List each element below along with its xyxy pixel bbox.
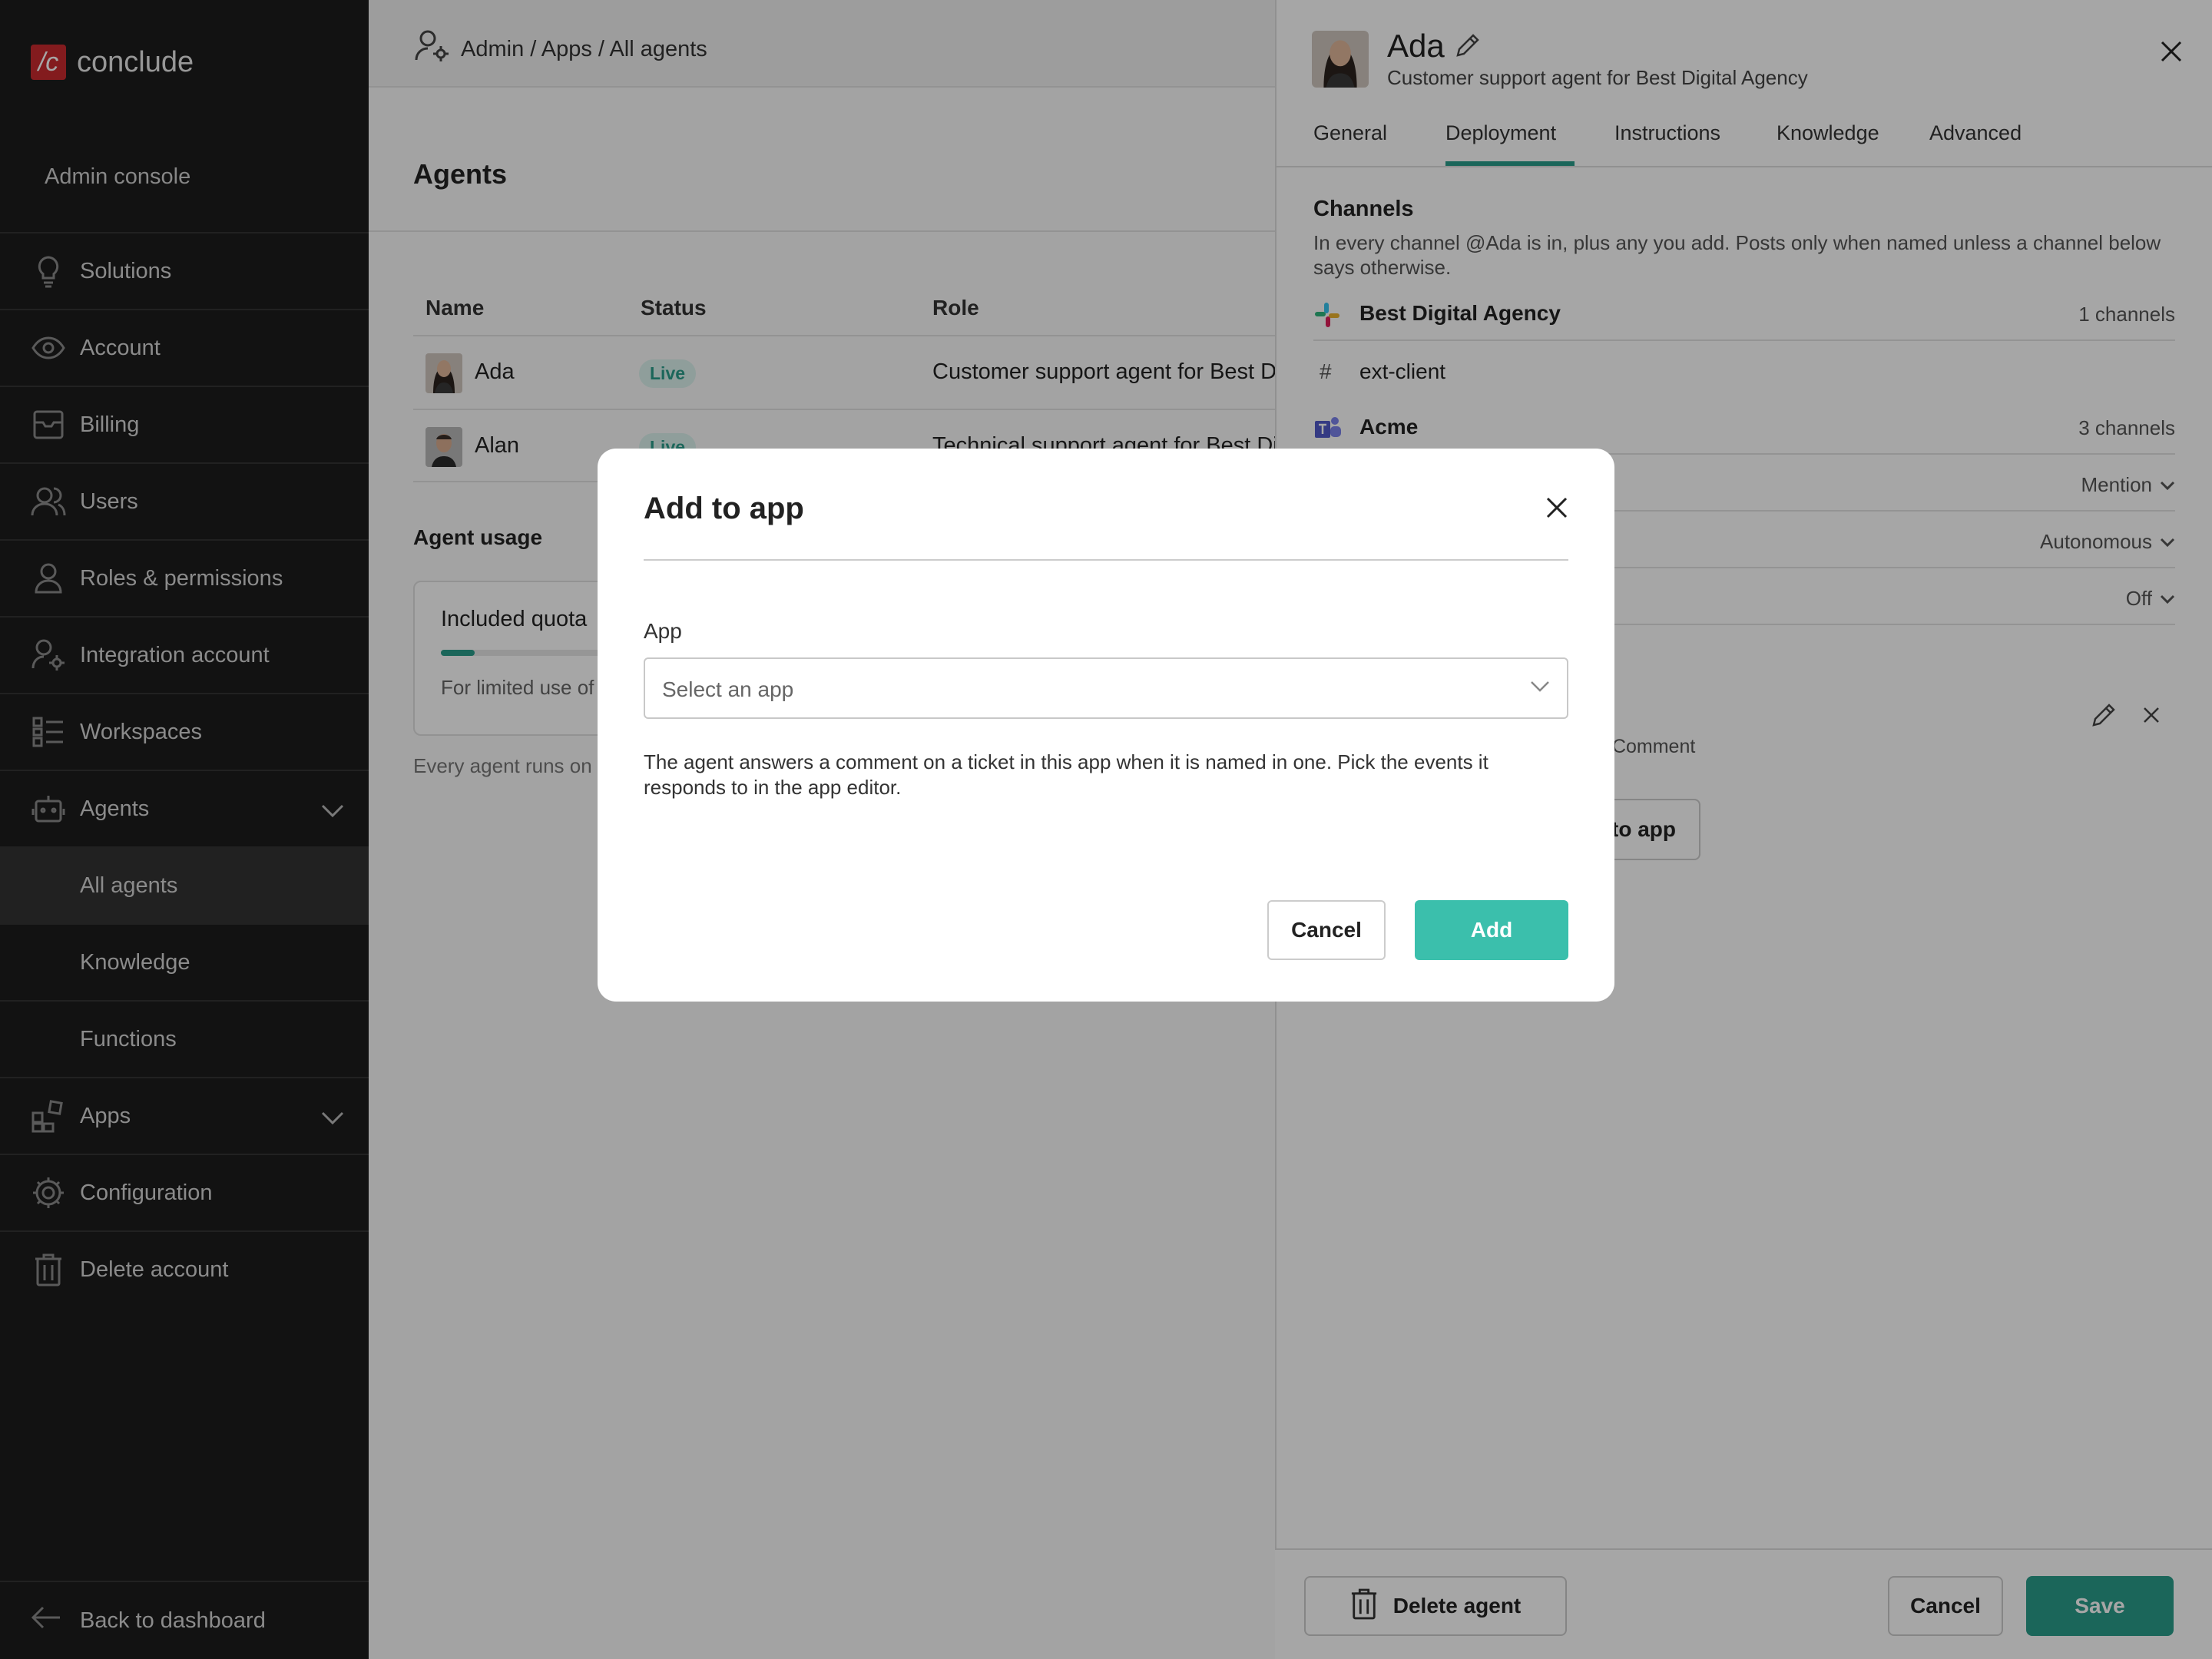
app-select[interactable]: Select an app [644,657,1568,719]
select-placeholder: Select an app [662,677,794,701]
help-text: The agent answers a comment on a ticket … [644,750,1488,799]
cancel-button[interactable]: Cancel [1267,900,1386,960]
close-icon[interactable] [1545,496,1568,523]
chevron-down-icon [1530,680,1550,697]
divider [644,559,1568,561]
dialog-title: Add to app [644,492,804,525]
add-button[interactable]: Add [1415,900,1568,960]
add-to-app-dialog: Add to app App Select an app The agent a… [598,449,1614,1002]
app-field-label: App [644,619,682,643]
